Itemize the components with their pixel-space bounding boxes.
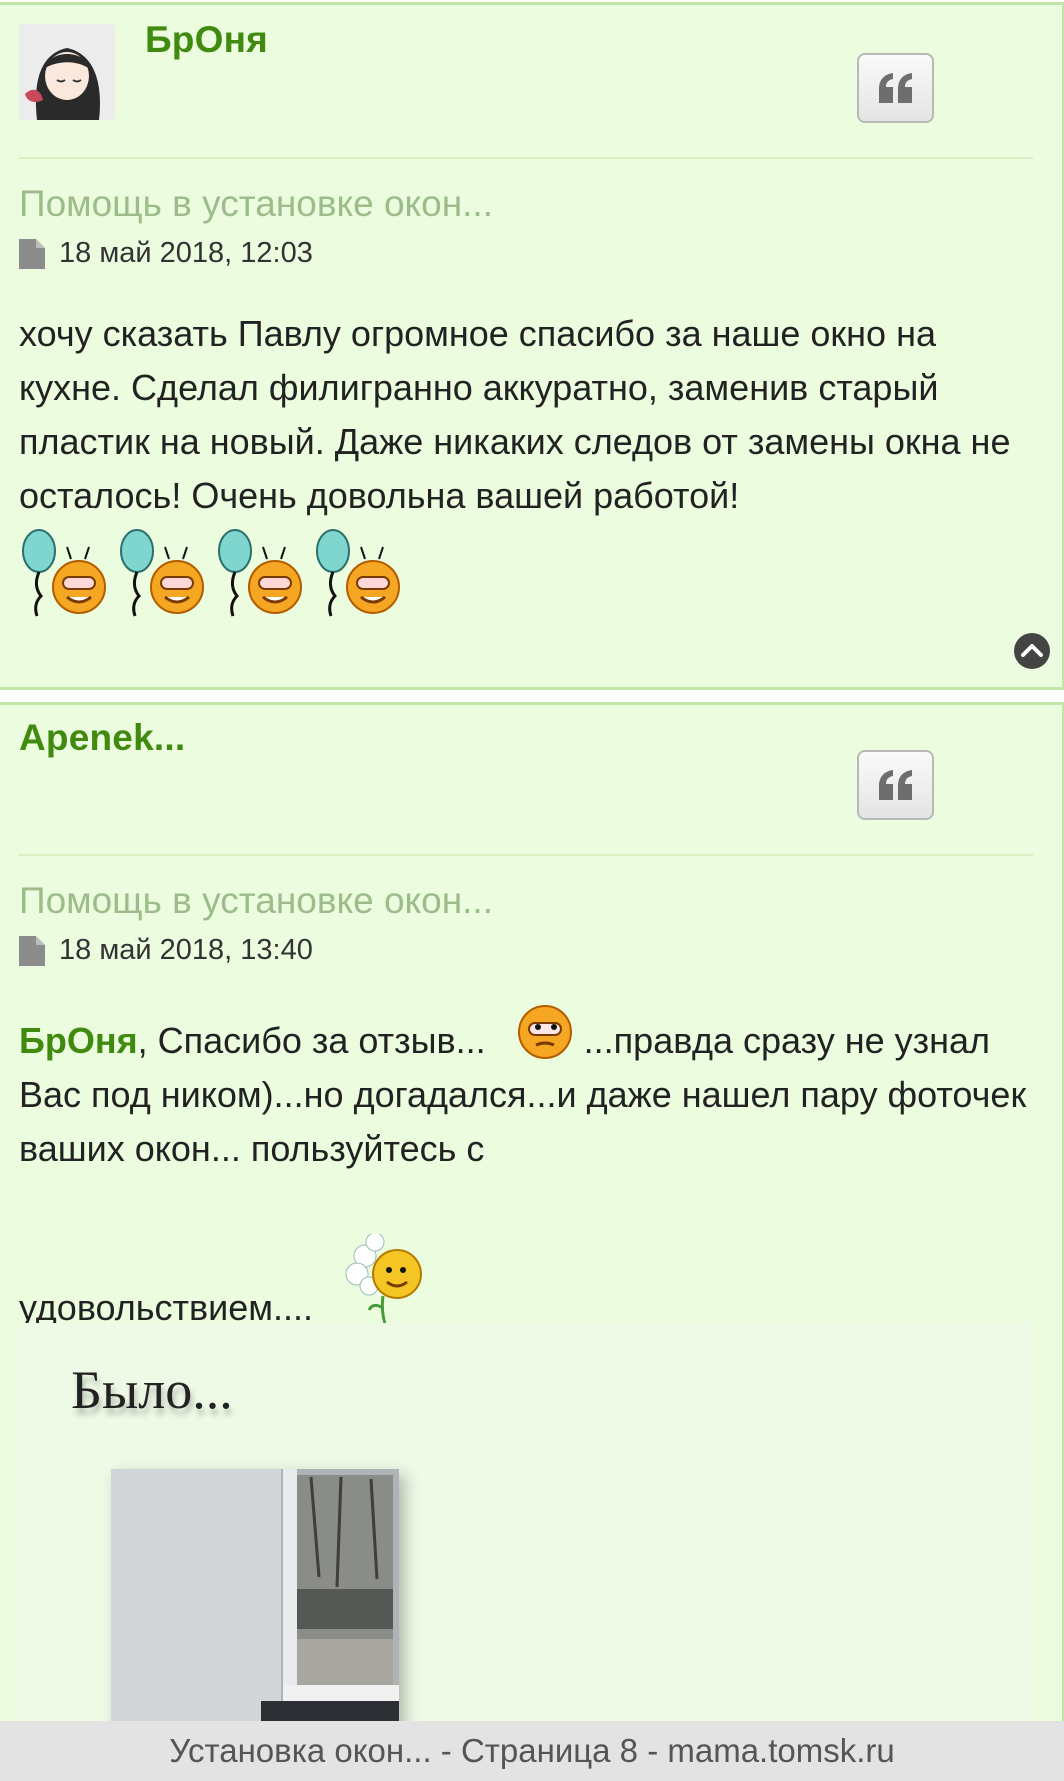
post-1: БрОня Помощь в установке окон... 18 май … [0, 2, 1064, 690]
post-author[interactable]: Apenek... [19, 717, 185, 759]
avatar[interactable] [19, 24, 115, 120]
divider [19, 157, 1033, 159]
post-date[interactable]: 18 май 2018, 13:40 [59, 934, 313, 967]
quote-button[interactable] [857, 53, 934, 123]
emoji-row [19, 529, 409, 619]
balloon-smiley-icon [120, 529, 204, 617]
balloon-smiley-icon [316, 529, 400, 617]
post-meta: 18 май 2018, 13:40 [19, 934, 313, 967]
chevron-up-icon[interactable] [1013, 632, 1051, 670]
window-photo [111, 1469, 399, 1729]
post-meta: 18 май 2018, 12:03 [19, 237, 313, 270]
photo-caption: Было... [71, 1360, 233, 1420]
divider [19, 854, 1033, 856]
mention-link[interactable]: БрОня [19, 1020, 138, 1061]
balloon-smiley-icon [218, 529, 302, 617]
browser-status-bar: Установка окон... - Страница 8 - mama.to… [0, 1721, 1064, 1781]
post-topic[interactable]: Помощь в установке окон... [19, 183, 493, 225]
post-date[interactable]: 18 май 2018, 12:03 [59, 237, 313, 270]
quote-icon [878, 73, 912, 103]
attached-photo[interactable]: Было... [19, 1323, 1033, 1781]
file-icon [19, 935, 45, 966]
balloon-smiley-icon [22, 529, 106, 617]
post-author[interactable]: БрОня [145, 19, 268, 61]
quote-icon [878, 770, 912, 800]
post-text: БрОня, Спасибо за отзыв... ...правда сра… [19, 1003, 1039, 1335]
post-text: хочу сказать Павлу огромное спасибо за н… [19, 313, 1011, 516]
flower-smiley-icon [345, 1232, 423, 1325]
rolling-eyes-smiley-icon [517, 1005, 572, 1059]
post-2: Apenek... Помощь в установке окон... 18 … [0, 702, 1064, 1781]
file-icon [19, 238, 45, 269]
post-text-part: удовольствием.... [19, 1287, 314, 1328]
quote-button[interactable] [857, 750, 934, 820]
post-text-part: , Спасибо за отзыв... [137, 1020, 486, 1061]
post-topic[interactable]: Помощь в установке окон... [19, 880, 493, 922]
